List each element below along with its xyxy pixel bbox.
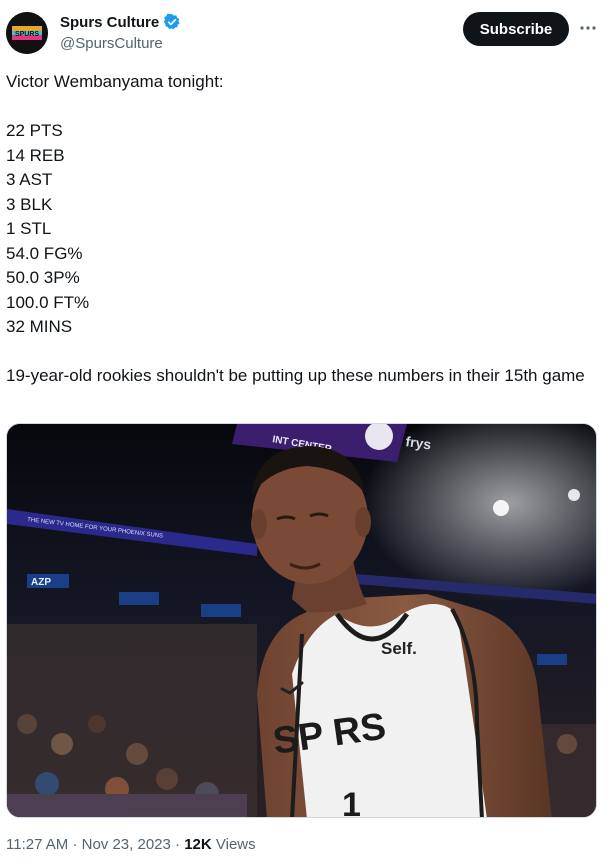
more-icon[interactable] xyxy=(576,16,600,40)
jersey-sponsor-text: Self. xyxy=(381,639,417,658)
tweet-photo[interactable]: INT CENTER frys THE NEW TV HOME FOR YOUR… xyxy=(6,423,597,818)
views-label: Views xyxy=(215,836,256,853)
meta-separator: · xyxy=(175,836,181,853)
stat-line-ast: 3 AST xyxy=(6,170,53,189)
tweet-text: Victor Wembanyama tonight: 22 PTS 14 REB… xyxy=(6,70,596,389)
stat-line-3p: 50.0 3P% xyxy=(6,268,80,287)
tweet-date[interactable]: Nov 23, 2023 xyxy=(82,836,171,853)
stat-line-ft: 100.0 FT% xyxy=(6,292,90,312)
avatar[interactable]: SPURS xyxy=(6,12,48,54)
tweet-intro: Victor Wembanyama tonight: xyxy=(6,72,224,91)
stat-line-reb: 14 REB xyxy=(6,145,65,165)
tweet-closing: 19-year-old rookies shouldn't be putting… xyxy=(6,366,585,385)
tweet-header: SPURS Spurs Culture @SpursCulture Subscr… xyxy=(0,0,608,62)
stat-line-fg: 54.0 FG% xyxy=(6,243,83,263)
jersey-number-text: 1 xyxy=(342,786,361,818)
tweet-time[interactable]: 11:27 AM xyxy=(6,836,68,853)
stat-line-blk: 3 BLK xyxy=(6,194,53,214)
author-name[interactable]: Spurs Culture xyxy=(60,14,159,31)
author-handle[interactable]: @SpursCulture xyxy=(60,35,163,52)
ad-board-text: AZP xyxy=(31,577,51,588)
subscribe-button[interactable]: Subscribe xyxy=(463,12,569,46)
tweet-spacer xyxy=(6,95,596,120)
tweet-spacer xyxy=(6,340,596,365)
tweet-meta: 11:27 AM · Nov 23, 2023 · 12K Views xyxy=(6,836,256,853)
meta-separator: · xyxy=(72,836,78,853)
verified-badge-icon xyxy=(164,13,180,30)
avatar-logo-text: SPURS xyxy=(15,31,39,38)
author-name-row[interactable]: Spurs Culture xyxy=(60,13,181,31)
stat-line-stl: 1 STL xyxy=(6,219,52,238)
views-count[interactable]: 12K xyxy=(184,836,212,853)
stat-line-pts: 22 PTS xyxy=(6,121,63,140)
stat-line-mins: 32 MINS xyxy=(6,317,73,336)
